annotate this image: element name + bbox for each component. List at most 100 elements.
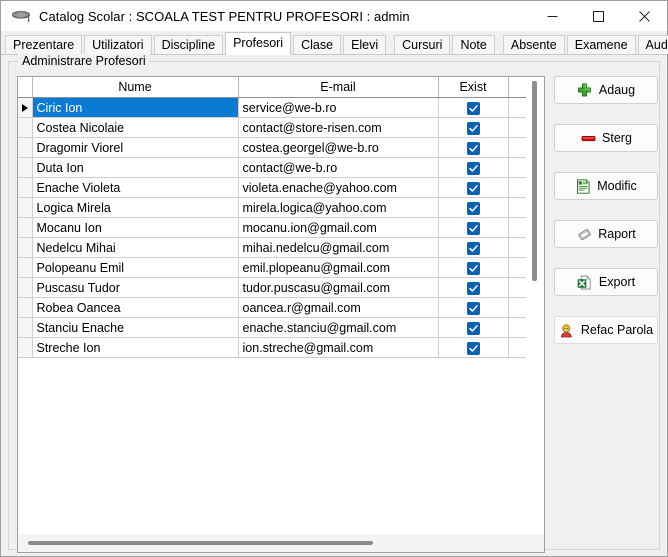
tab-profesori[interactable]: Profesori [225,32,292,55]
cell-nume[interactable]: Enache Violeta [32,177,239,198]
cell-cc[interactable] [508,157,526,178]
table-row[interactable]: Costea Nicolaie contact@store-risen.com [18,117,526,138]
grid-horizontal-scrollbar[interactable] [18,534,544,552]
raport-button[interactable]: Raport [554,220,658,248]
cell-nume[interactable]: Logica Mirela [32,197,239,218]
cell-nume[interactable]: Streche Ion [32,337,239,358]
cell-email[interactable]: ion.streche@gmail.com [238,337,439,358]
tab-discipline[interactable]: Discipline [153,35,224,54]
table-row[interactable]: Duta Ion contact@we-b.ro [18,157,526,178]
tab-elevi[interactable]: Elevi [343,35,387,54]
row-selector-cell[interactable] [18,97,33,118]
checkbox-checked-icon[interactable] [466,281,480,295]
cell-nume[interactable]: Nedelcu Mihai [32,237,239,258]
cell-cc[interactable] [508,177,526,198]
column-header-cc[interactable]: cc [508,77,526,98]
checkbox-checked-icon[interactable] [466,241,480,255]
cell-exist-checkbox[interactable] [438,157,509,178]
table-row[interactable]: Polopeanu Emil emil.plopeanu@gmail.com [18,257,526,278]
cell-exist-checkbox[interactable] [438,277,509,298]
column-header-nume[interactable]: Nume [32,77,239,98]
cell-exist-checkbox[interactable] [438,97,509,118]
cell-nume[interactable]: Duta Ion [32,157,239,178]
cell-email[interactable]: service@we-b.ro [238,97,439,118]
cell-cc[interactable] [508,337,526,358]
cell-nume[interactable]: Costea Nicolaie [32,117,239,138]
checkbox-checked-icon[interactable] [466,341,480,355]
checkbox-checked-icon[interactable] [466,181,480,195]
row-selector-cell[interactable] [18,197,33,218]
cell-nume[interactable]: Robea Oancea [32,297,239,318]
table-row[interactable]: Robea Oancea oancea.r@gmail.com [18,297,526,318]
cell-exist-checkbox[interactable] [438,137,509,158]
close-button[interactable] [621,1,667,31]
checkbox-checked-icon[interactable] [466,221,480,235]
table-row[interactable]: Puscasu Tudor tudor.puscasu@gmail.com [18,277,526,298]
export-button[interactable]: Export [554,268,658,296]
tab-note[interactable]: Note [452,35,495,54]
cell-exist-checkbox[interactable] [438,237,509,258]
cell-email[interactable]: tudor.puscasu@gmail.com [238,277,439,298]
table-row[interactable]: Ciric Ion service@we-b.ro [18,97,526,118]
cell-cc[interactable] [508,197,526,218]
table-row[interactable]: Dragomir Viorel costea.georgel@we-b.ro [18,137,526,158]
cell-cc[interactable] [508,137,526,158]
cell-cc[interactable] [508,237,526,258]
row-selector-cell[interactable] [18,337,33,358]
table-row[interactable]: Nedelcu Mihai mihai.nedelcu@gmail.com [18,237,526,258]
checkbox-checked-icon[interactable] [466,201,480,215]
cell-cc[interactable] [508,297,526,318]
cell-exist-checkbox[interactable] [438,337,509,358]
checkbox-checked-icon[interactable] [466,161,480,175]
cell-nume[interactable]: Mocanu Ion [32,217,239,238]
checkbox-checked-icon[interactable] [466,301,480,315]
tab-audit[interactable]: Audit [637,35,668,54]
checkbox-checked-icon[interactable] [466,101,480,115]
grid-horizontal-scroll-thumb[interactable] [28,541,373,545]
profesori-data-grid[interactable]: Nume E-mail Exist cc Ciric Ionservice@we… [17,76,545,553]
tab-utilizatori[interactable]: Utilizatori [84,35,152,54]
cell-email[interactable]: enache.stanciu@gmail.com [238,317,439,338]
cell-email[interactable]: mirela.logica@yahoo.com [238,197,439,218]
row-selector-cell[interactable] [18,297,33,318]
cell-cc[interactable] [508,97,526,118]
cell-exist-checkbox[interactable] [438,177,509,198]
row-selector-cell[interactable] [18,217,33,238]
cell-email[interactable]: contact@store-risen.com [238,117,439,138]
modific-button[interactable]: Modific [554,172,658,200]
cell-exist-checkbox[interactable] [438,117,509,138]
cell-exist-checkbox[interactable] [438,257,509,278]
cell-nume[interactable]: Dragomir Viorel [32,137,239,158]
row-selector-cell[interactable] [18,277,33,298]
cell-nume[interactable]: Polopeanu Emil [32,257,239,278]
cell-exist-checkbox[interactable] [438,217,509,238]
cell-email[interactable]: oancea.r@gmail.com [238,297,439,318]
maximize-button[interactable] [575,1,621,31]
cell-cc[interactable] [508,117,526,138]
cell-exist-checkbox[interactable] [438,297,509,318]
row-selector-cell[interactable] [18,137,33,158]
main-tab-bar[interactable]: Prezentare Utilizatori Discipline Profes… [1,31,668,55]
checkbox-checked-icon[interactable] [466,321,480,335]
cell-email[interactable]: violeta.enache@yahoo.com [238,177,439,198]
row-selector-cell[interactable] [18,117,33,138]
tab-examene[interactable]: Examene [566,35,636,54]
cell-cc[interactable] [508,317,526,338]
cell-email[interactable]: contact@we-b.ro [238,157,439,178]
row-selector-cell[interactable] [18,317,33,338]
table-row[interactable]: Mocanu Ion mocanu.ion@gmail.com [18,217,526,238]
grid-vertical-scroll-thumb[interactable] [532,81,537,281]
cell-email[interactable]: mihai.nedelcu@gmail.com [238,237,439,258]
cell-exist-checkbox[interactable] [438,197,509,218]
cell-exist-checkbox[interactable] [438,317,509,338]
row-selector-cell[interactable] [18,257,33,278]
cell-email[interactable]: mocanu.ion@gmail.com [238,217,439,238]
row-selector-cell[interactable] [18,177,33,198]
checkbox-checked-icon[interactable] [466,121,480,135]
table-row[interactable]: Enache Violeta violeta.enache@yahoo.com [18,177,526,198]
cell-cc[interactable] [508,277,526,298]
cell-nume[interactable]: Puscasu Tudor [32,277,239,298]
tab-prezentare[interactable]: Prezentare [5,35,83,54]
cell-email[interactable]: emil.plopeanu@gmail.com [238,257,439,278]
cell-cc[interactable] [508,257,526,278]
